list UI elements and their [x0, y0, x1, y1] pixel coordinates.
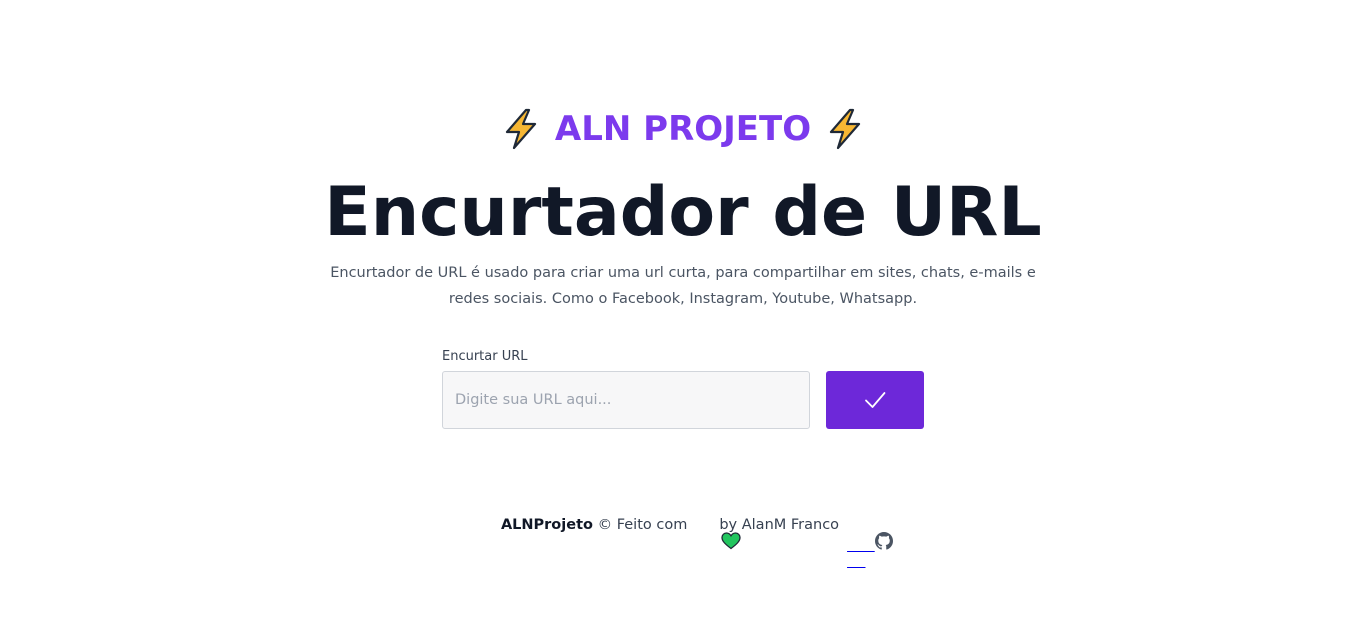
page-description: Encurtador de URL é usado para criar uma…	[330, 265, 1036, 307]
checkmark-icon	[863, 388, 887, 412]
lightning-bolt-icon	[499, 107, 543, 151]
url-field-label: Encurtar URL	[442, 349, 528, 364]
github-icon[interactable]	[847, 516, 893, 550]
brand-name: ALN PROJETO	[554, 109, 812, 149]
shorten-submit-button[interactable]	[826, 371, 924, 429]
footer: ALNProjeto © Feito com by AlanM Franco	[0, 513, 1366, 550]
url-input[interactable]	[442, 371, 810, 429]
footer-project-name: ALNProjeto	[500, 517, 593, 533]
brand-header: ALN PROJETO	[0, 104, 1366, 154]
page-title: Encurtador de URL	[324, 173, 1042, 252]
footer-author: by AlanM Franco	[719, 517, 840, 533]
green-heart-icon	[693, 516, 741, 550]
page: ALN PROJETO Encurtador de URL Encurtador…	[0, 0, 1366, 643]
lightning-bolt-icon	[823, 107, 867, 151]
footer-copyright: © Feito com	[592, 517, 688, 533]
